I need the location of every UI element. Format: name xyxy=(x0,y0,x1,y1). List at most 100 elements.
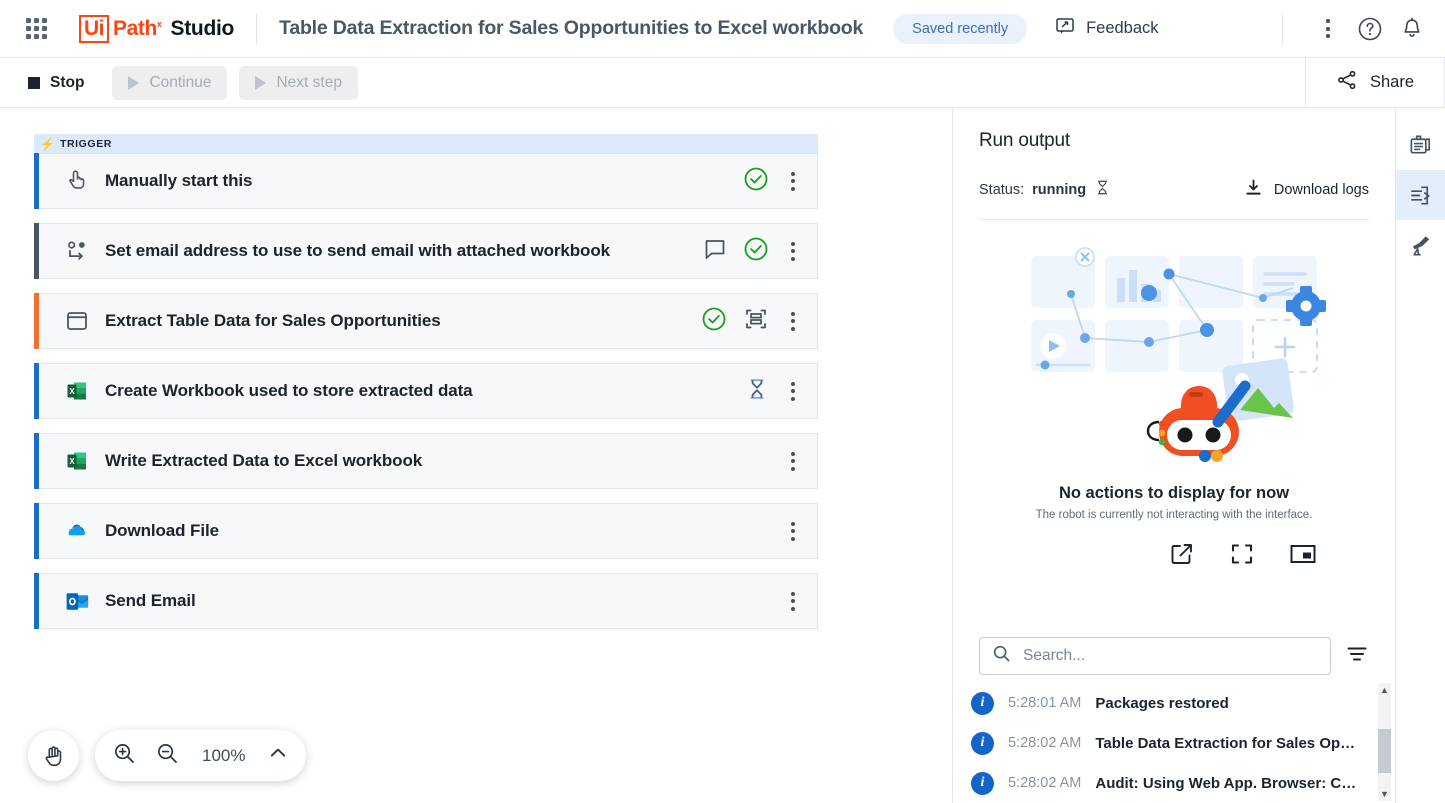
card-accent-bar xyxy=(34,433,39,489)
activity-card-manually-start[interactable]: Manually start this xyxy=(34,153,818,209)
scroll-down-arrow-icon[interactable]: ▼ xyxy=(1380,787,1389,801)
header-divider xyxy=(256,12,258,45)
card-accent-bar xyxy=(34,293,39,349)
run-status-row: Status: running Download logs xyxy=(979,178,1369,201)
table-extract-icon[interactable] xyxy=(743,306,769,337)
browser-window-icon xyxy=(61,308,93,334)
log-message: Table Data Extraction for Sales Opportu.… xyxy=(1095,734,1363,752)
log-scrollbar[interactable]: ▲ ▼ xyxy=(1378,683,1391,801)
scrollbar-track[interactable] xyxy=(1378,697,1391,787)
apps-grid-icon[interactable] xyxy=(26,18,47,39)
log-search-row xyxy=(953,637,1395,675)
info-icon: i xyxy=(971,731,994,755)
feedback-icon xyxy=(1055,16,1075,41)
share-button[interactable]: Share xyxy=(1306,58,1444,107)
run-output-title: Run output xyxy=(979,130,1070,151)
kebab-menu-icon[interactable] xyxy=(785,518,801,545)
telescope-icon[interactable] xyxy=(1396,220,1445,270)
comment-icon[interactable] xyxy=(703,237,727,266)
help-circle-icon[interactable] xyxy=(1351,10,1389,48)
excel-icon: X xyxy=(61,449,93,473)
kebab-menu-icon[interactable] xyxy=(785,378,801,405)
svg-text:X: X xyxy=(69,457,75,466)
logo-path-text: Pathx xyxy=(113,16,162,40)
svg-text:X: X xyxy=(69,387,75,396)
kebab-menu-icon[interactable] xyxy=(785,448,801,475)
card-accent-bar xyxy=(34,223,39,279)
stop-button[interactable]: Stop xyxy=(12,66,100,100)
fullscreen-icon[interactable] xyxy=(1229,541,1255,572)
scroll-up-arrow-icon[interactable]: ▲ xyxy=(1380,683,1389,697)
trigger-header: ⚡ TRIGGER xyxy=(34,134,818,153)
zoom-controls: 100% xyxy=(95,730,307,781)
status-badge: Saved recently xyxy=(893,13,1028,44)
set-variable-icon xyxy=(61,238,93,264)
zoom-in-icon[interactable] xyxy=(112,741,137,771)
log-message: Audit: Using Web App. Browser: Chrome ..… xyxy=(1095,774,1363,792)
open-external-icon[interactable] xyxy=(1169,541,1195,572)
stop-label: Stop xyxy=(50,73,85,91)
kebab-menu-icon[interactable] xyxy=(785,588,801,615)
filter-icon[interactable] xyxy=(1345,642,1369,671)
card-label: Manually start this xyxy=(105,171,253,190)
uipath-studio-logo: Ui Pathx Studio xyxy=(79,14,234,43)
activity-card-send-email[interactable]: Send Email xyxy=(34,573,818,629)
info-icon: i xyxy=(971,771,994,795)
list-item[interactable]: i 5:28:02 AM Audit: Using Web App. Brows… xyxy=(971,763,1389,803)
kebab-menu-icon[interactable] xyxy=(785,238,801,265)
run-output-icon[interactable] xyxy=(1395,170,1445,220)
check-circle-icon[interactable] xyxy=(701,306,727,337)
next-step-button[interactable]: Next step xyxy=(239,65,358,100)
job-details-icon[interactable] xyxy=(1396,120,1445,170)
list-item[interactable]: i 5:28:01 AM Packages restored xyxy=(971,683,1389,723)
onedrive-icon xyxy=(61,518,93,544)
play-icon xyxy=(128,75,140,90)
kebab-menu-icon[interactable] xyxy=(785,308,801,335)
empty-state-subtitle: The robot is currently not interacting w… xyxy=(1035,509,1313,521)
activity-card-write-extracted-data[interactable]: X Write Extracted Data to Excel workbook xyxy=(34,433,818,489)
download-icon xyxy=(1244,178,1263,201)
hand-pan-icon[interactable] xyxy=(28,730,79,781)
activity-card-create-workbook[interactable]: X Create Workbook used to store extracte… xyxy=(34,363,818,419)
next-step-label: Next step xyxy=(276,73,342,91)
run-output-panel: Run output Status: running Download logs… xyxy=(953,108,1395,803)
check-circle-icon[interactable] xyxy=(743,236,769,267)
zoom-out-icon[interactable] xyxy=(155,741,180,771)
picture-in-picture-icon[interactable] xyxy=(1289,541,1317,572)
share-icon xyxy=(1336,69,1358,96)
card-label: Create Workbook used to store extracted … xyxy=(105,381,473,400)
chevron-up-icon[interactable] xyxy=(267,742,289,769)
workflow-canvas[interactable]: ⚡ TRIGGER Manually start this Set email … xyxy=(0,108,953,803)
bell-icon[interactable] xyxy=(1393,10,1431,48)
workflow-sequence: ⚡ TRIGGER Manually start this Set email … xyxy=(0,108,818,629)
card-actions xyxy=(785,448,817,475)
scrollbar-thumb[interactable] xyxy=(1378,729,1391,774)
search-input[interactable] xyxy=(1023,647,1318,665)
search-box[interactable] xyxy=(979,637,1331,675)
more-vertical-icon[interactable] xyxy=(1309,10,1347,48)
hourglass-icon xyxy=(1094,179,1111,200)
card-actions xyxy=(745,377,817,406)
feedback-button[interactable]: Feedback xyxy=(1055,16,1159,41)
toolbar-right-group: Share xyxy=(1304,58,1445,107)
activity-card-extract-table-data[interactable]: Extract Table Data for Sales Opportuniti… xyxy=(34,293,818,349)
check-circle-icon[interactable] xyxy=(743,166,769,197)
top-bar-actions xyxy=(1260,10,1431,48)
outlook-icon xyxy=(61,589,93,614)
kebab-menu-icon[interactable] xyxy=(785,168,801,195)
activity-card-download-file[interactable]: Download File xyxy=(34,503,818,559)
card-accent-bar xyxy=(34,573,39,629)
feedback-label: Feedback xyxy=(1086,19,1159,37)
download-logs-button[interactable]: Download logs xyxy=(1244,178,1369,201)
card-label: Send Email xyxy=(105,591,196,610)
zoom-level-value: 100% xyxy=(202,745,246,765)
log-list[interactable]: i 5:28:01 AM Packages restored i 5:28:02… xyxy=(953,683,1395,803)
main-body: ⚡ TRIGGER Manually start this Set email … xyxy=(0,108,1445,803)
run-status: Status: running xyxy=(979,179,1111,200)
card-label: Write Extracted Data to Excel workbook xyxy=(105,451,423,470)
continue-button[interactable]: Continue xyxy=(112,65,228,100)
list-item[interactable]: i 5:28:02 AM Table Data Extraction for S… xyxy=(971,723,1389,763)
hourglass-icon xyxy=(745,377,769,406)
activity-card-set-email-address[interactable]: Set email address to use to send email w… xyxy=(34,223,818,279)
card-label: Set email address to use to send email w… xyxy=(105,241,610,260)
